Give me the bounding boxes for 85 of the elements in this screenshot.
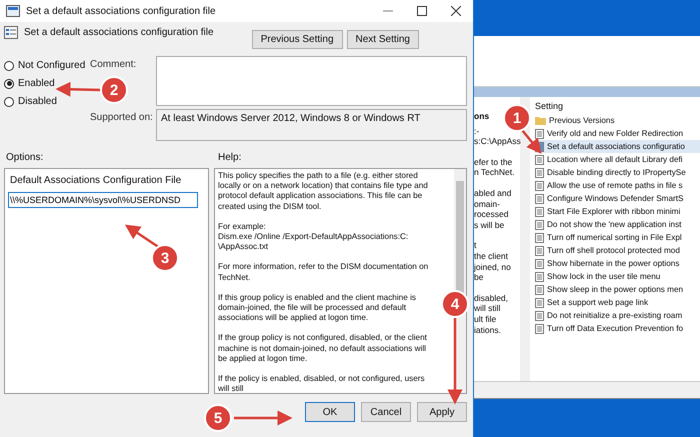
help-text-fragment: efer to the <box>474 156 512 168</box>
help-text-fragment: :- <box>474 126 480 136</box>
help-text-fragment: s will be <box>474 220 504 230</box>
dialog-button[interactable]: Apply <box>417 402 467 422</box>
setting-icon <box>535 194 544 204</box>
nav-button[interactable]: Next Setting <box>346 30 419 49</box>
help-text-fragment: disabled, <box>474 292 508 304</box>
help-label: Help: <box>218 152 242 162</box>
setting-icon <box>535 298 544 308</box>
help-paragraph: If this group policy is enabled and the client machine is domain-joined, the file will be processed and default associations will be applied at logon time. <box>218 292 417 324</box>
radio-button[interactable] <box>4 78 14 88</box>
setting-item[interactable]: Previous Versions <box>535 114 700 127</box>
help-paragraph: This policy specifies the path to a file (e.g. either stored locally or on a network location) that contains file type and protocol default application associations. This file can be created using the DISM tool. <box>218 171 429 212</box>
setting-item[interactable]: Location where all default Library defi <box>535 153 700 166</box>
callout-arrow <box>234 410 292 426</box>
setting-item[interactable]: Set a support web page link <box>535 296 700 309</box>
help-text-fragment: s:C:\AppAss <box>474 136 521 147</box>
help-text-fragment: ult file <box>474 314 496 324</box>
radio-label: Enabled <box>18 78 55 89</box>
setting-icon <box>535 324 544 334</box>
window-title: Set a default associations configuration file <box>26 6 217 16</box>
help-text-fragment: rocessed <box>474 209 508 220</box>
column-header[interactable]: Setting <box>535 101 700 111</box>
comment-field[interactable] <box>156 56 467 106</box>
folder-icon <box>535 116 546 125</box>
setting-item[interactable]: Allow the use of remote paths in file s <box>535 179 700 192</box>
nav-button[interactable]: Previous Setting <box>252 30 343 49</box>
setting-icon <box>535 220 544 230</box>
help-text-fragment: iations. <box>474 324 501 336</box>
path-input-field[interactable]: \\%USERDOMAIN%\sysvol\%USERDNSD <box>8 192 198 208</box>
setting-item[interactable]: Disable binding directly to IPropertySe <box>535 166 700 179</box>
setting-title: Set a default associations configuration file <box>24 26 215 38</box>
help-text-fragment: ons <box>474 111 490 122</box>
help-text-fragment: will still <box>474 303 500 314</box>
help-text-fragment: omain- <box>474 198 500 210</box>
setting-icon <box>535 246 544 256</box>
field-label: Default Associations Configuration File <box>9 175 182 186</box>
setting-icon <box>535 206 544 216</box>
help-text-fragment: be <box>474 272 484 283</box>
maximize-icon[interactable] <box>417 6 427 16</box>
comment-label: Comment: <box>90 58 138 70</box>
dialog-button[interactable]: OK <box>305 402 355 422</box>
setting-icon <box>535 284 544 294</box>
help-text-fragment: abled and <box>474 188 512 199</box>
setting-icon <box>535 310 544 320</box>
help-text-fragment: the client <box>474 250 508 262</box>
help-text-fragment: t <box>474 240 476 251</box>
setting-icon <box>535 272 544 282</box>
setting-item[interactable]: Do not show the 'new application inst <box>535 218 700 231</box>
setting-icon <box>535 154 544 164</box>
help-text-fragment: n TechNet. <box>474 167 514 178</box>
radio-button[interactable] <box>4 60 14 70</box>
policy-setting-icon <box>4 26 18 39</box>
setting-item[interactable]: Configure Windows Defender SmartS <box>535 192 700 205</box>
setting-item[interactable]: Do not reinitialize a pre-existing roam <box>535 309 700 322</box>
setting-icon <box>535 168 544 178</box>
setting-item[interactable]: Turn off numerical sorting in File Expl <box>535 231 700 244</box>
setting-item[interactable]: Show hibernate in the power options <box>535 257 700 270</box>
options-label: Options: <box>6 152 44 162</box>
minimize-icon[interactable] <box>383 10 393 12</box>
help-text-fragment: joined, no <box>474 262 511 272</box>
setting-icon <box>535 180 544 190</box>
help-paragraph: For more information, refer to the DISM documentation on TechNet. <box>218 262 430 283</box>
setting-item[interactable]: Verify old and new Folder Redirection <box>535 127 700 140</box>
dialog-button[interactable]: Cancel <box>361 402 411 422</box>
policy-icon <box>6 5 20 17</box>
supported-on-field: At least Windows Server 2012, Windows 8 or Windows RT <box>156 109 467 141</box>
setting-item[interactable]: Show lock in the user tile menu <box>535 270 700 283</box>
help-paragraph: For example: Dism.exe /Online /Export-DefaultAppAssociations:C: \AppAssoc.txt <box>218 222 410 252</box>
setting-item[interactable]: Show sleep in the power options men <box>535 283 700 296</box>
radio-label: Not Configured <box>18 60 86 71</box>
setting-item[interactable]: Turn off Data Execution Prevention fo <box>535 322 700 335</box>
setting-icon <box>535 258 544 268</box>
radio-label: Disabled <box>18 96 57 107</box>
setting-item[interactable]: Turn off shell protocol protected mod <box>535 244 700 257</box>
radio-button[interactable] <box>4 96 14 106</box>
callout-arrow <box>124 224 161 250</box>
supported-on-label: Supported on: <box>90 111 154 123</box>
setting-icon <box>535 128 544 138</box>
setting-icon <box>535 232 544 242</box>
help-paragraph: If the policy is enabled, disabled, or not configured, users will still <box>218 374 426 393</box>
callout-arrow <box>56 82 102 97</box>
setting-item[interactable]: Start File Explorer with ribbon minimi <box>535 205 700 218</box>
help-paragraph: If the group policy is not configured, disabled, or the client machine is not domain-joined, no default associations will be applied at logon time. <box>218 333 428 364</box>
close-icon[interactable] <box>451 6 461 16</box>
